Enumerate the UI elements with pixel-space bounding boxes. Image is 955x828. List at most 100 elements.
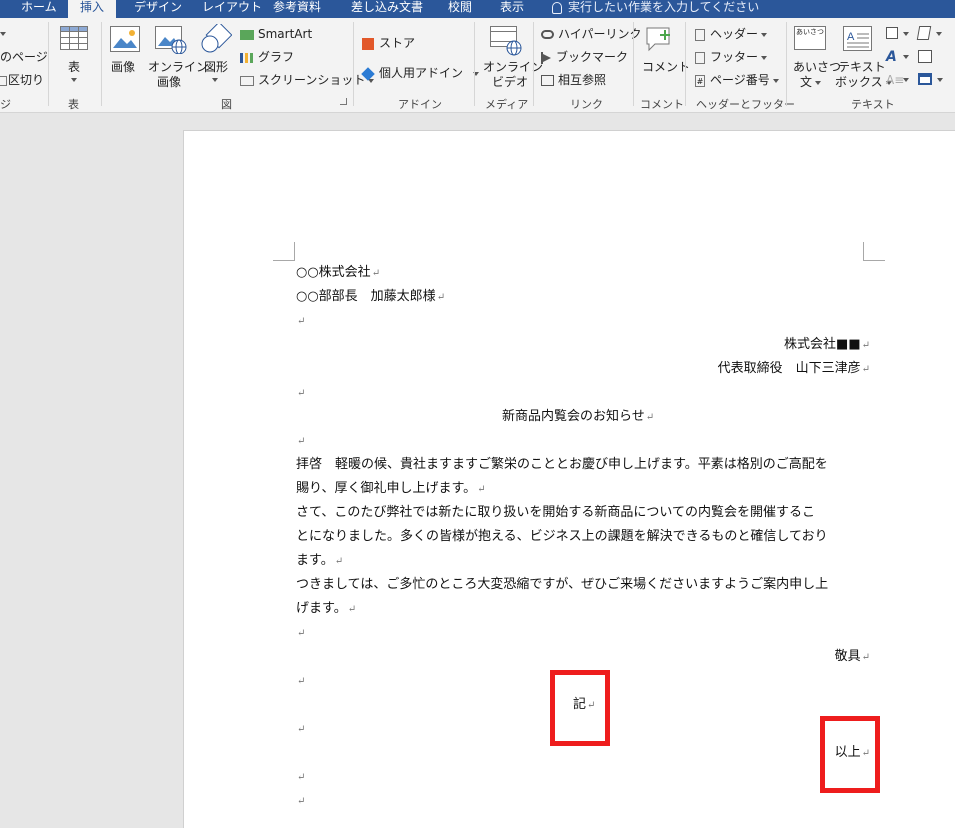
online-pictures-button-line2[interactable]: 画像 [157,75,181,89]
doc-line-recipient-company[interactable]: ○○株式会社↵ [296,265,380,282]
doc-line-body[interactable]: げます。↵ [296,601,356,618]
signature-line-icon[interactable] [916,26,932,40]
doc-line-body[interactable]: ます。↵ [296,553,343,570]
svg-text:A: A [847,31,855,43]
quick-parts-icon[interactable] [886,27,898,39]
footer-button[interactable]: フッター [695,50,768,64]
online-video-icon [490,26,522,56]
textbox-button[interactable]: テキスト [838,60,886,74]
doc-line-body[interactable]: 賜り、厚く御礼申し上げます。↵ [296,481,486,498]
bookmark-button[interactable]: ブックマーク [541,50,628,64]
doc-line-body[interactable]: つきましては、ご多忙のところ大変恐縮ですが、ぜひご来場くださいますようご案内申し… [296,577,828,593]
wordart-icon[interactable]: A [886,50,897,64]
online-video-button-line2[interactable]: ビデオ [492,75,528,89]
screenshot-button[interactable]: スクリーンショット [240,73,375,87]
drop-cap-icon[interactable]: A≡ [886,73,904,87]
online-video-button[interactable]: オンライン [483,60,543,74]
footer-icon [695,51,705,64]
doc-line-blank[interactable]: ↵ [296,385,305,402]
shapes-icon [201,24,232,53]
header-button[interactable]: ヘッダー [695,27,768,41]
tab-layout[interactable]: レイアウト [202,0,262,18]
smartart-button[interactable]: SmartArt [240,27,312,41]
document-page[interactable]: ○○株式会社↵ ○○部部長 加藤太郎様↵ ↵ 株式会社■■↵ 代表取締役 山下三… [183,130,955,828]
doc-line-sender-company[interactable]: 株式会社■■↵ [784,337,870,354]
new-comment-button[interactable]: コメント [642,60,690,74]
chevron-down-icon [936,32,942,36]
highlight-box-ijou [820,716,880,793]
doc-line-body[interactable]: 拝啓 軽暖の候、貴社ますますご繁栄のこととお慶び申し上げます。平素は格別のご高配… [296,457,828,473]
page-break-button[interactable]: 区切り [0,73,44,87]
chevron-down-icon [903,55,909,59]
tab-home[interactable]: ホーム [21,0,57,18]
header-icon [695,28,705,41]
textbox-button-line2[interactable]: ボックス [835,75,892,89]
chart-icon [240,52,254,63]
tab-references[interactable]: 参考資料 [273,0,321,18]
doc-line-title[interactable]: 新商品内覧会のお知らせ↵ [502,409,654,426]
my-addins-button[interactable]: 個人用アドイン [361,66,480,81]
textbox-icon: A [843,26,872,51]
doc-line-blank[interactable]: ↵ [296,433,305,450]
cross-reference-button[interactable]: 相互参照 [541,73,606,87]
tell-me-box[interactable]: 実行したい作業を入力してください [552,0,759,18]
chart-button[interactable]: グラフ [240,50,294,64]
tab-view[interactable]: 表示 [500,0,524,18]
ribbon-insert: のページ 区切り ジ 表 表 画像 オンライン 画像 図形 SmartArt グ… [0,18,955,113]
tab-insert[interactable]: 挿入 [68,0,117,18]
lightbulb-icon [552,1,562,14]
object-icon[interactable] [918,73,932,85]
pictures-button[interactable]: 画像 [111,60,135,74]
tab-mailings[interactable]: 差し込み文書 [351,0,423,18]
store-icon [362,37,374,50]
chevron-down-icon [772,78,779,83]
ribbon-tab-bar: ホーム 挿入 デザイン レイアウト 参考資料 差し込み文書 校閲 表示 実行した… [0,0,955,18]
online-pictures-button[interactable]: オンライン [148,60,208,74]
crop-mark-top-right [863,242,885,261]
crop-mark-top-left [273,242,295,261]
greeting-button[interactable]: あいさつ [793,60,841,74]
shapes-button[interactable]: 図形 [204,60,228,74]
greeting-icon: あいさつ [794,26,826,50]
chevron-down-icon [903,32,909,36]
tab-design[interactable]: デザイン [134,0,182,18]
online-picture-icon [155,26,187,54]
addins-icon [361,66,375,81]
page-number-button[interactable]: # ページ番号 [695,73,779,87]
table-button[interactable]: 表 [68,60,80,74]
date-time-icon[interactable] [918,50,932,63]
hyperlink-button[interactable]: ハイパーリンク [541,27,642,41]
doc-line-recipient-name[interactable]: ○○部部長 加藤太郎様↵ [296,289,445,306]
page-number-icon: # [695,74,705,87]
comment-icon [646,27,670,52]
chevron-down-icon [761,55,768,60]
blank-page-button[interactable]: のページ [0,50,48,64]
doc-line-blank[interactable]: ↵ [296,793,305,810]
smartart-icon [240,29,254,40]
doc-line-body[interactable]: さて、このたび弊社では新たに取り扱いを開始する新商品についての内覧会を開催するこ [296,505,815,521]
group-illustrations-label: 図 [221,98,232,111]
doc-line-blank[interactable]: ↵ [296,673,305,690]
doc-line-closing[interactable]: 敬具↵ [835,649,870,666]
store-button[interactable]: ストア [362,36,415,50]
tab-review[interactable]: 校閲 [448,0,472,18]
table-icon [60,26,88,50]
chevron-down-icon [937,78,943,82]
doc-line-blank[interactable]: ↵ [296,769,305,786]
greeting-button-line2[interactable]: 文 [800,75,822,89]
picture-icon [110,26,140,52]
chevron-down-icon [212,78,218,82]
dialog-launcher-icon[interactable] [340,98,347,105]
link-icon [541,30,554,39]
doc-line-body[interactable]: とになりました。多くの皆様が抱える、ビジネス上の課題を解決できるものと確信してお… [296,529,828,545]
chevron-down-icon [0,32,6,36]
group-media-label: メディア [485,98,529,111]
doc-line-sender-name[interactable]: 代表取締役 山下三津彦↵ [718,361,870,378]
chevron-down-icon [815,80,822,85]
doc-line-blank[interactable]: ↵ [296,625,305,642]
highlight-box-ki [550,670,610,746]
chevron-down-icon [761,32,768,37]
doc-line-blank[interactable]: ↵ [296,721,305,738]
screenshot-icon [240,75,254,86]
doc-line-blank[interactable]: ↵ [296,313,305,330]
